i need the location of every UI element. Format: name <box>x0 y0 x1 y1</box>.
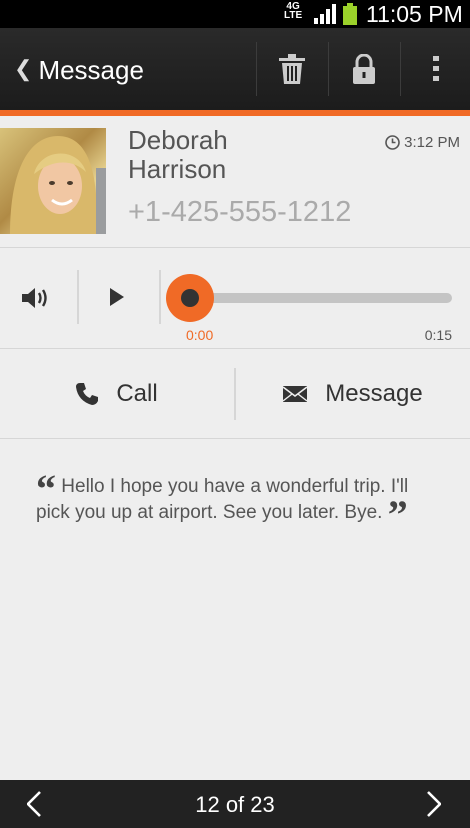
next-button[interactable] <box>404 780 464 828</box>
speaker-icon <box>22 288 47 308</box>
envelope-icon <box>283 386 308 402</box>
seek-handle[interactable] <box>166 274 214 322</box>
divider <box>159 270 161 324</box>
clock-icon <box>385 135 400 150</box>
clock: 11:05 PM <box>366 1 463 27</box>
back-button[interactable]: ❮ Message <box>14 50 144 90</box>
trash-icon <box>279 54 305 84</box>
message-button[interactable]: Message <box>236 350 470 438</box>
volume-button[interactable] <box>22 286 52 315</box>
divider <box>0 348 470 349</box>
lock-icon <box>353 54 375 84</box>
overflow-menu-button[interactable] <box>401 42 470 96</box>
play-button[interactable] <box>110 288 124 311</box>
divider <box>77 270 79 324</box>
contact-photo <box>10 136 106 234</box>
seek-handle-dot <box>181 289 199 307</box>
contact-actions: Call Message <box>0 350 470 438</box>
current-time: 0:00 <box>186 327 214 343</box>
divider <box>0 438 470 439</box>
close-quote-icon: ” <box>387 492 408 537</box>
action-bar: ❮ Message <box>0 28 470 110</box>
lock-button[interactable] <box>329 42 399 96</box>
pager-label: 12 of 23 <box>195 792 275 817</box>
overflow-menu-icon <box>433 56 439 81</box>
contact-name: Deborah Harrison <box>128 125 228 184</box>
message-time: 3:12 PM <box>385 134 460 151</box>
contact-phone: +1-425-555-1212 <box>128 196 352 228</box>
voicemail-player: 0:00 0:15 <box>0 248 470 348</box>
duration: 0:15 <box>424 327 452 343</box>
avatar[interactable] <box>0 128 106 234</box>
battery-icon <box>343 3 357 25</box>
network-indicator: 4G LTE <box>284 1 303 21</box>
play-icon <box>110 288 124 306</box>
call-button[interactable]: Call <box>0 350 234 438</box>
contact-header: Deborah Harrison +1-425-555-1212 3:12 PM <box>0 116 470 248</box>
pager-bar: 12 of 23 <box>0 780 470 828</box>
seek-bar[interactable] <box>190 293 452 303</box>
chevron-left-icon: ❮ <box>14 56 33 81</box>
chevron-right-icon <box>427 791 441 817</box>
voicemail-transcript: “ Hello I hope you have a wonderful trip… <box>36 466 409 537</box>
phone-icon <box>76 383 99 405</box>
signal-icon <box>314 4 336 24</box>
delete-button[interactable] <box>257 42 327 96</box>
status-bar: 4G LTE 11:05 PM <box>0 0 470 28</box>
screen-title: Message <box>38 54 144 85</box>
